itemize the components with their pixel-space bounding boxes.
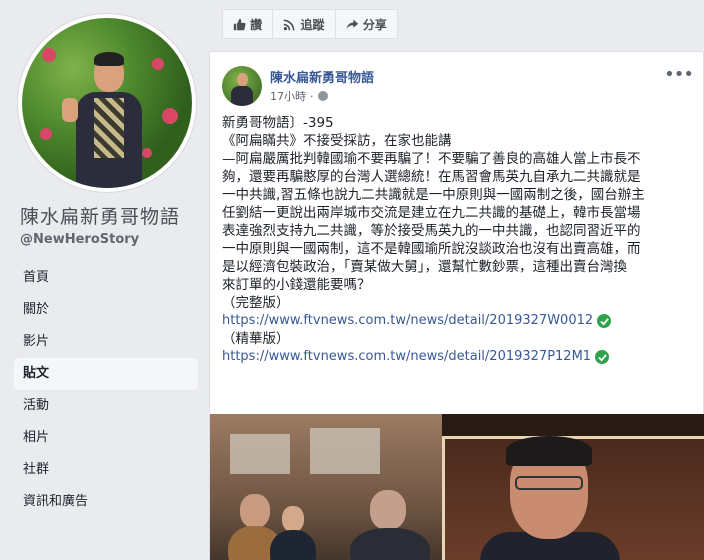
post-line: —阿扁嚴厲批判韓國瑜不要再騙了！不要騙了善良的高雄人當上市長不	[222, 151, 641, 167]
share-label: 分享	[362, 17, 387, 32]
nav-item-info-ads[interactable]: 資訊和廣告	[14, 486, 198, 518]
follow-label: 追蹤	[300, 17, 325, 32]
profile-picture[interactable]	[18, 14, 196, 192]
page-action-bar: 讚 追蹤 分享	[222, 9, 398, 39]
page-handle[interactable]: @NewHeroStory	[20, 232, 139, 247]
check-icon	[597, 314, 612, 328]
post-body: 新勇哥物語〕-395 《阿扁瞞共》不接受採訪，在家也能講 —阿扁嚴厲批判韓國瑜不…	[222, 114, 700, 366]
short-version-label: （精華版）	[222, 331, 290, 347]
like-label: 讚	[250, 17, 263, 32]
post-video[interactable]	[210, 414, 704, 560]
nav-item-videos[interactable]: 影片	[14, 326, 198, 358]
page-name[interactable]: 陳水扁新勇哥物語	[20, 202, 180, 229]
left-column: 陳水扁新勇哥物語 @NewHeroStory 首頁 關於 影片 貼文 活動 相片…	[0, 0, 208, 560]
post-line: 來訂單的小錢還能要嗎？	[222, 277, 371, 293]
like-page-button[interactable]: 讚	[223, 10, 274, 38]
nav-item-about[interactable]: 關於	[14, 294, 198, 326]
post-line: 《阿扁瞞共》不接受採訪，在家也能講	[222, 133, 452, 149]
full-version-label: （完整版）	[222, 295, 290, 311]
nav-item-posts[interactable]: 貼文	[14, 358, 198, 390]
post-line: 表達強烈支持九二共識，等於接受馬英九的一中共識，也認同習近平的	[222, 223, 641, 239]
post-line: 一中共識,習五條也說九二共識就是一中原則與一國兩制之後，國台辦主	[222, 187, 645, 203]
share-arrow-icon	[346, 19, 358, 29]
post-author-name[interactable]: 陳水扁新勇哥物語	[270, 67, 374, 86]
full-version-link[interactable]: https://www.ftvnews.com.tw/news/detail/2…	[222, 312, 700, 330]
post-meta: 17小時 ·	[270, 88, 328, 104]
share-page-button[interactable]: 分享	[336, 10, 397, 38]
nav-item-home[interactable]: 首頁	[14, 262, 198, 294]
nav-item-events[interactable]: 活動	[14, 390, 198, 422]
post-card: 陳水扁新勇哥物語 17小時 · ••• 新勇哥物語〕-395 《阿扁瞞共》不接受…	[209, 51, 704, 560]
nav-item-community[interactable]: 社群	[14, 454, 198, 486]
globe-icon	[317, 91, 328, 101]
profile-photo	[22, 18, 192, 188]
post-line: 新勇哥物語〕-395	[222, 115, 334, 131]
check-icon	[595, 350, 610, 364]
post-timestamp[interactable]: 17小時	[270, 88, 306, 104]
post-author-avatar[interactable]	[222, 66, 262, 106]
rss-icon	[284, 19, 295, 30]
post-line: 任劉結一更說出兩岸城市交流是建立在九二共識的基礎上，韓市長當場	[222, 205, 641, 221]
post-line: 是以經濟包裝政治，「賣某做大舅」，還幫忙數鈔票，這種出賣台灣換	[222, 259, 627, 275]
nav-item-photos[interactable]: 相片	[14, 422, 198, 454]
page-nav: 首頁 關於 影片 貼文 活動 相片 社群 資訊和廣告	[14, 262, 198, 518]
more-options-icon[interactable]: •••	[664, 64, 694, 85]
post-line: 一中原則與一國兩制，這不是韓國瑜所說沒談政治也沒有出賣高雄，而	[222, 241, 641, 257]
post-line: 夠，還要再騙憨厚的台灣人選總統！在馬習會馬英九自承九二共識就是	[222, 169, 641, 185]
follow-page-button[interactable]: 追蹤	[273, 10, 336, 38]
full-version-url: https://www.ftvnews.com.tw/news/detail/2…	[222, 313, 594, 328]
short-version-link[interactable]: https://www.ftvnews.com.tw/news/detail/2…	[222, 348, 700, 366]
short-version-url: https://www.ftvnews.com.tw/news/detail/2…	[222, 349, 592, 364]
thumbs-up-icon	[233, 18, 246, 30]
